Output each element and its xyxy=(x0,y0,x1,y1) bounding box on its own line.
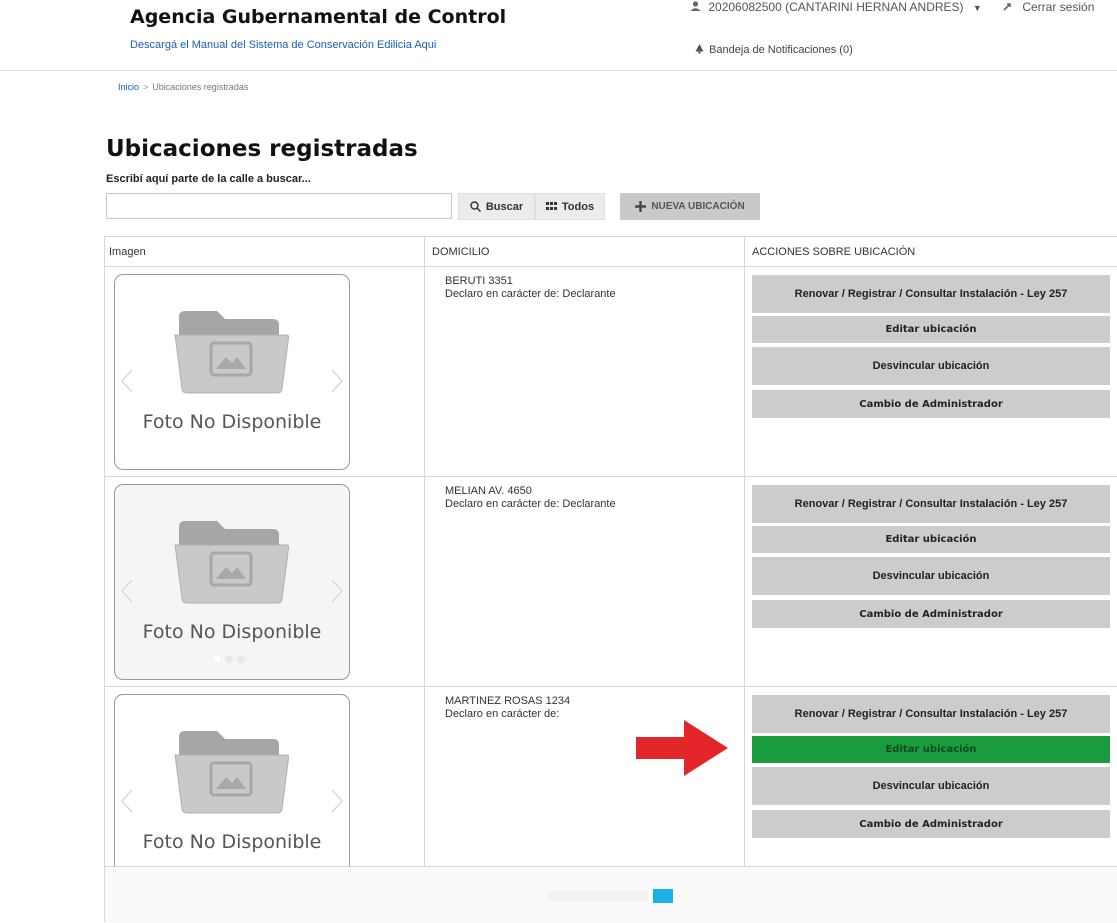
chevron-right-icon[interactable] xyxy=(331,789,343,813)
notifications-link[interactable]: Bandeja de Notificaciones (0) xyxy=(694,43,853,56)
table-row: Foto No Disponible MELIAN AV. 4650 Decla… xyxy=(105,477,1117,687)
image-cell: Foto No Disponible xyxy=(105,477,425,687)
address-block: MARTINEZ ROSAS 1234 Declaro en carácter … xyxy=(445,695,570,721)
chevron-down-icon: ▼ xyxy=(972,3,982,13)
photo-caption: Foto No Disponible xyxy=(142,621,322,643)
chevron-right-icon[interactable] xyxy=(331,579,343,603)
search-icon xyxy=(470,201,481,212)
declared-label: Declaro en carácter de: xyxy=(445,708,560,720)
chevron-left-icon[interactable] xyxy=(121,579,133,603)
renew-installation-button[interactable]: Renovar / Registrar / Consultar Instalac… xyxy=(752,275,1110,313)
address-block: MELIAN AV. 4650 Declaro en carácter de: … xyxy=(445,485,616,511)
edit-location-button[interactable]: Editar ubicación xyxy=(752,316,1110,343)
carousel-dot[interactable] xyxy=(213,655,221,663)
address-text: MELIAN AV. 4650 xyxy=(445,485,532,497)
photo-carousel[interactable]: Foto No Disponible xyxy=(114,694,350,890)
manual-download-link[interactable]: Descargá el Manual del Sistema de Conser… xyxy=(130,39,436,51)
search-label: Escribí aquí parte de la calle a buscar.… xyxy=(106,173,311,185)
declared-line: Declaro en carácter de: Declarante xyxy=(445,498,616,511)
declared-label: Declaro en carácter de: xyxy=(445,498,560,510)
new-location-button[interactable]: NUEVA UBICACIÓN xyxy=(620,193,760,220)
declared-label: Declaro en carácter de: xyxy=(445,288,560,300)
folder-icon xyxy=(174,731,290,814)
show-all-label: Todos xyxy=(561,200,595,213)
header-actions: ACCIONES SOBRE UBICACIÓN xyxy=(752,246,916,258)
table-header: Imagen DOMICILIO ACCIONES SOBRE UBICACIÓ… xyxy=(105,236,1117,267)
unlink-location-button[interactable]: Desvincular ubicación xyxy=(752,557,1110,595)
arrow-right-icon xyxy=(636,720,728,776)
search-button-label: Buscar xyxy=(485,200,524,213)
user-menu[interactable]: 20206082500 (CANTARINI HERNAN ANDRES) ▼ xyxy=(690,0,982,14)
header-image: Imagen xyxy=(105,237,425,267)
chevron-right-icon[interactable] xyxy=(331,369,343,393)
actions-cell: Renovar / Registrar / Consultar Instalac… xyxy=(745,267,1117,477)
grid-icon xyxy=(545,202,557,210)
actions-cell: Renovar / Registrar / Consultar Instalac… xyxy=(745,477,1117,687)
plus-icon xyxy=(635,201,647,212)
pagination xyxy=(547,891,647,901)
renew-installation-button[interactable]: Renovar / Registrar / Consultar Instalac… xyxy=(752,695,1110,733)
app-title: Agencia Gubernamental de Control xyxy=(130,6,507,28)
breadcrumb-separator: > xyxy=(143,82,149,92)
breadcrumb-current: Ubicaciones registradas xyxy=(152,82,249,92)
header-address: DOMICILIO xyxy=(425,237,745,267)
address-text: BERUTI 3351 xyxy=(445,275,513,287)
breadcrumb: Inicio > Ubicaciones registradas xyxy=(118,82,248,92)
logout-label: Cerrar sesión xyxy=(1022,0,1095,14)
chevron-left-icon[interactable] xyxy=(121,789,133,813)
declared-line: Declaro en carácter de: xyxy=(445,708,570,721)
change-admin-button[interactable]: Cambio de Administrador xyxy=(752,600,1110,628)
carousel-indicators[interactable] xyxy=(213,655,245,663)
app-header: Agencia Gubernamental de Control Descarg… xyxy=(0,0,1117,71)
notifications-label: Bandeja de Notificaciones (0) xyxy=(709,44,853,56)
address-block: BERUTI 3351 Declaro en carácter de: Decl… xyxy=(445,275,616,301)
user-name: 20206082500 (CANTARINI HERNAN ANDRES) xyxy=(708,0,964,14)
logout-button[interactable]: Cerrar sesión xyxy=(1003,0,1094,14)
carousel-dot[interactable] xyxy=(225,655,233,663)
edit-location-button[interactable]: Editar ubicación xyxy=(752,526,1110,553)
declared-value: Declarante xyxy=(562,288,616,300)
unlink-location-button[interactable]: Desvincular ubicación xyxy=(752,347,1110,385)
photo-caption: Foto No Disponible xyxy=(142,831,322,853)
show-all-button[interactable]: Todos xyxy=(535,193,605,220)
pagination-current-page[interactable] xyxy=(653,889,673,903)
search-input[interactable] xyxy=(106,193,452,219)
address-cell: BERUTI 3351 Declaro en carácter de: Decl… xyxy=(425,267,745,477)
logout-icon xyxy=(1003,3,1011,11)
chevron-left-icon[interactable] xyxy=(121,369,133,393)
carousel-dot[interactable] xyxy=(237,655,245,663)
edit-location-button-highlighted[interactable]: Editar ubicación xyxy=(752,736,1110,763)
change-admin-button[interactable]: Cambio de Administrador xyxy=(752,810,1110,838)
new-location-label: NUEVA UBICACIÓN xyxy=(651,201,745,212)
bell-icon xyxy=(695,44,704,54)
photo-carousel[interactable]: Foto No Disponible xyxy=(114,274,350,470)
declared-value: Declarante xyxy=(562,498,616,510)
search-button[interactable]: Buscar xyxy=(458,193,535,220)
folder-icon xyxy=(174,521,290,604)
image-cell: Foto No Disponible xyxy=(105,267,425,477)
photo-carousel[interactable]: Foto No Disponible xyxy=(114,484,350,680)
unlink-location-button[interactable]: Desvincular ubicación xyxy=(752,767,1110,805)
renew-installation-button[interactable]: Renovar / Registrar / Consultar Instalac… xyxy=(752,485,1110,523)
user-icon xyxy=(690,1,701,11)
table-footer xyxy=(105,866,1117,923)
declared-line: Declaro en carácter de: Declarante xyxy=(445,288,616,301)
change-admin-button[interactable]: Cambio de Administrador xyxy=(752,390,1110,418)
page-title: Ubicaciones registradas xyxy=(106,136,418,162)
address-text: MARTINEZ ROSAS 1234 xyxy=(445,695,571,707)
photo-caption: Foto No Disponible xyxy=(142,411,322,433)
table-row: Foto No Disponible BERUTI 3351 Declaro e… xyxy=(105,267,1117,477)
locations-table: Imagen DOMICILIO ACCIONES SOBRE UBICACIÓ… xyxy=(104,236,1117,923)
breadcrumb-home-link[interactable]: Inicio xyxy=(118,82,139,92)
address-cell: MELIAN AV. 4650 Declaro en carácter de: … xyxy=(425,477,745,687)
folder-icon xyxy=(174,311,290,394)
